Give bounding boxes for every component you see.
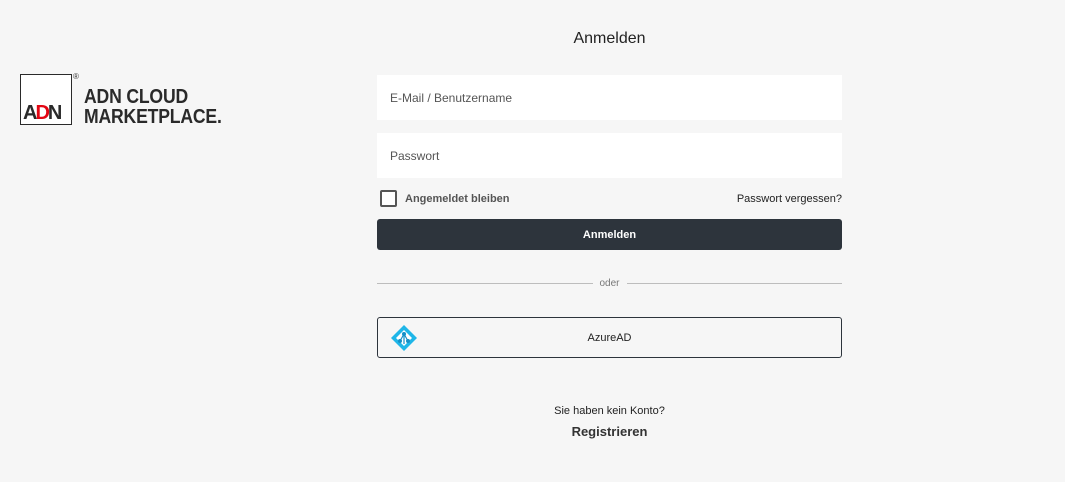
login-button[interactable]: Anmelden [377, 219, 842, 250]
divider-line-right [626, 282, 843, 284]
azure-ad-icon [391, 325, 417, 351]
divider-line-left [377, 282, 593, 284]
login-page: ADN ® ADN CLOUD MARKETPLACE. Anmelden An… [0, 0, 1065, 482]
adn-logo: ADN ® ADN CLOUD MARKETPLACE. [20, 72, 240, 127]
password-field[interactable] [377, 133, 842, 178]
no-account-text: Sie haben kein Konto? [554, 405, 665, 417]
logo-wordmark: ADN CLOUD MARKETPLACE. [84, 87, 222, 127]
remember-me-label: Angemeldet bleiben [405, 192, 510, 205]
adn-logo-letters: ADN [23, 102, 62, 124]
checkbox-icon[interactable] [380, 190, 397, 207]
register-link[interactable]: Registrieren [377, 424, 842, 439]
azure-ad-label: AzureAD [587, 331, 632, 344]
page-title: Anmelden [573, 30, 646, 47]
email-field[interactable] [377, 75, 842, 120]
azure-ad-button[interactable]: AzureAD [377, 317, 842, 358]
forgot-password-link[interactable]: Passwort vergessen? [737, 193, 842, 205]
or-divider: oder [377, 276, 843, 290]
adn-logo-mark: ADN [20, 74, 72, 125]
registered-mark: ® [73, 72, 79, 81]
divider-label: oder [599, 277, 620, 289]
logo-line-2: MARKETPLACE. [83, 106, 222, 128]
remember-me-checkbox[interactable]: Angemeldet bleiben [380, 190, 510, 207]
logo-line-1: ADN CLOUD [83, 86, 188, 108]
